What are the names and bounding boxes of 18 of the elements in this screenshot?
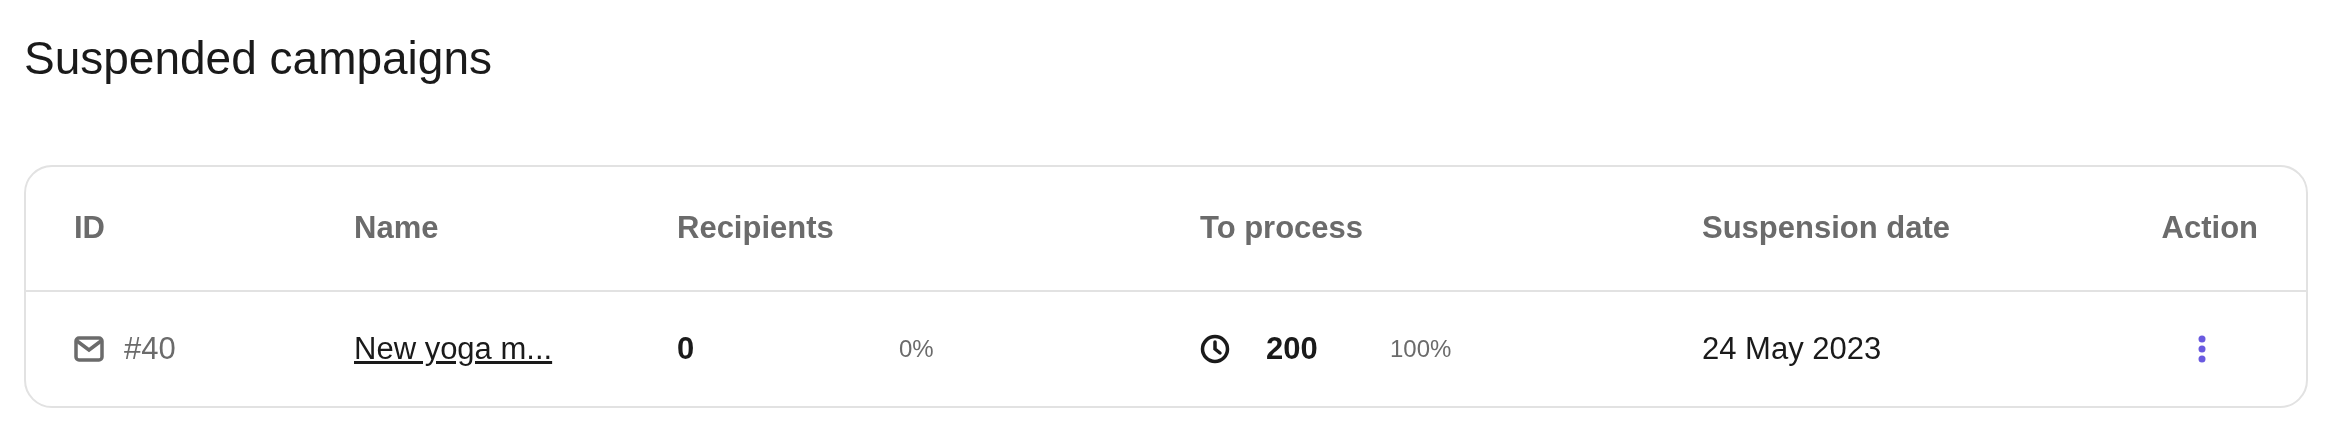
to-process-count: 200: [1266, 329, 1319, 368]
clock-icon: [1200, 334, 1230, 364]
campaign-name-link[interactable]: New yoga m...: [354, 325, 553, 373]
campaign-id: #40: [124, 329, 176, 368]
recipients-count: 0: [677, 329, 696, 368]
column-header: ID: [74, 209, 106, 248]
column-header: Name: [354, 209, 440, 248]
recipients-percent: 0%: [899, 334, 934, 364]
more-options-button[interactable]: [2196, 333, 2208, 365]
page-title: Suspended campaigns: [24, 31, 493, 86]
mail-icon: [74, 336, 104, 362]
column-header: Recipients: [677, 209, 835, 248]
more-icon: [2198, 335, 2206, 363]
column-header: Action: [2161, 209, 2258, 248]
suspension-date: 24 May 2023: [1702, 329, 1883, 368]
to-process-percent: 100%: [1390, 334, 1452, 364]
column-header: To process: [1200, 209, 1365, 248]
column-header: Suspension date: [1702, 209, 1952, 248]
